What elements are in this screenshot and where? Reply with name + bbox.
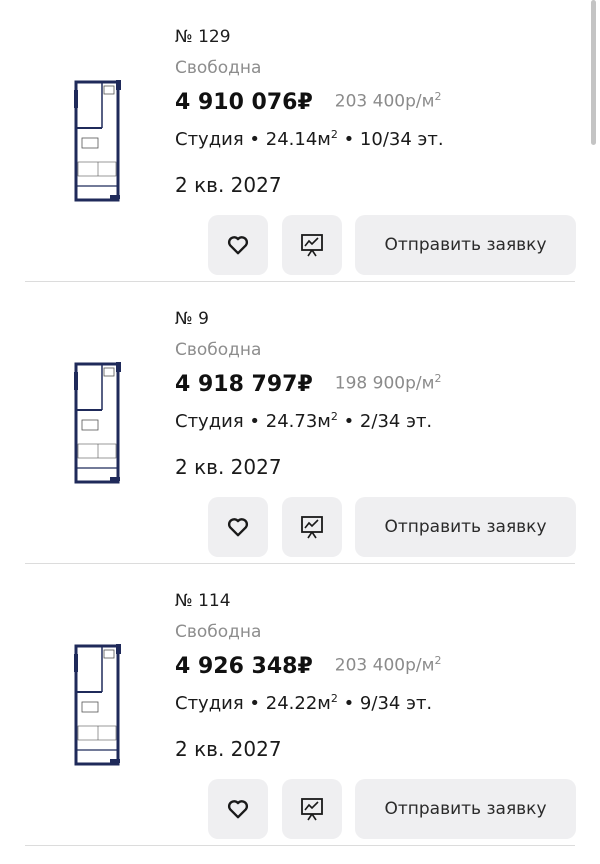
price: 4 926 348₽ bbox=[175, 654, 313, 679]
apartment-number: № 114 bbox=[175, 591, 231, 611]
send-request-button[interactable]: Отправить заявку bbox=[355, 215, 576, 275]
apartment-area: 24.73м bbox=[265, 411, 331, 432]
apartment-number: № 129 bbox=[175, 27, 231, 47]
card-divider bbox=[25, 845, 575, 846]
presentation-chart-icon bbox=[301, 798, 323, 821]
heart-icon bbox=[227, 518, 249, 537]
price-per-m2-value: 198 900р/м bbox=[334, 374, 435, 394]
apartment-type: Студия bbox=[175, 129, 244, 150]
delivery-date: 2 кв. 2027 bbox=[175, 455, 282, 479]
price-per-m2: 203 400р/м2 bbox=[335, 90, 442, 112]
floor-plan-image[interactable] bbox=[72, 78, 122, 204]
apartment-area: 24.14м bbox=[265, 129, 331, 150]
floor-plan-image[interactable] bbox=[72, 360, 122, 486]
area-exponent: 2 bbox=[330, 128, 338, 141]
apartment-floor: 10/34 эт. bbox=[359, 129, 444, 150]
apartment-number: № 9 bbox=[175, 309, 209, 329]
apartment-card[interactable]: № 129 Свободна 4 910 076₽ 203 400р/м2 Сту… bbox=[0, 0, 600, 282]
area-exponent: 2 bbox=[330, 410, 338, 423]
listing-page: № 129 Свободна 4 910 076₽ 203 400р/м2 Сту… bbox=[0, 0, 600, 864]
price-per-m2: 203 400р/м2 bbox=[335, 654, 442, 676]
presentation-chart-icon bbox=[301, 234, 323, 257]
price-per-m2-exponent: 2 bbox=[434, 372, 442, 386]
price-per-m2-value: 203 400р/м bbox=[334, 656, 435, 676]
apartment-specs: Студия • 24.14м2 • 10/34 эт. bbox=[175, 128, 444, 150]
favorite-button[interactable] bbox=[208, 497, 268, 557]
price-per-m2-value: 203 400р/м bbox=[334, 92, 435, 112]
apartment-floor: 2/34 эт. bbox=[359, 411, 433, 432]
price-row: 4 918 797₽ 198 900р/м2 bbox=[175, 372, 441, 404]
separator: • bbox=[243, 693, 266, 714]
presentation-button[interactable] bbox=[282, 497, 342, 557]
presentation-button[interactable] bbox=[282, 215, 342, 275]
apartment-area: 24.22м bbox=[265, 693, 331, 714]
availability-status: Свободна bbox=[175, 58, 262, 78]
separator: • bbox=[337, 411, 360, 432]
separator: • bbox=[337, 693, 360, 714]
heart-icon bbox=[227, 236, 249, 255]
price: 4 918 797₽ bbox=[175, 372, 313, 397]
price-per-m2-exponent: 2 bbox=[434, 654, 442, 668]
price: 4 910 076₽ bbox=[175, 90, 313, 115]
area-exponent: 2 bbox=[330, 692, 338, 705]
favorite-button[interactable] bbox=[208, 779, 268, 839]
delivery-date: 2 кв. 2027 bbox=[175, 173, 282, 197]
apartment-type: Студия bbox=[175, 411, 244, 432]
send-request-button[interactable]: Отправить заявку bbox=[355, 779, 576, 839]
availability-status: Свободна bbox=[175, 340, 262, 360]
send-request-button[interactable]: Отправить заявку bbox=[355, 497, 576, 557]
price-row: 4 910 076₽ 203 400р/м2 bbox=[175, 90, 441, 122]
favorite-button[interactable] bbox=[208, 215, 268, 275]
separator: • bbox=[337, 129, 360, 150]
apartment-specs: Студия • 24.73м2 • 2/34 эт. bbox=[175, 410, 432, 432]
price-per-m2-exponent: 2 bbox=[434, 90, 442, 104]
availability-status: Свободна bbox=[175, 622, 262, 642]
heart-icon bbox=[227, 800, 249, 819]
apartment-type: Студия bbox=[175, 693, 244, 714]
price-per-m2: 198 900р/м2 bbox=[335, 372, 442, 394]
delivery-date: 2 кв. 2027 bbox=[175, 737, 282, 761]
apartment-specs: Студия • 24.22м2 • 9/34 эт. bbox=[175, 692, 432, 714]
separator: • bbox=[243, 129, 266, 150]
separator: • bbox=[243, 411, 266, 432]
apartment-card[interactable]: № 114 Свободна 4 926 348₽ 203 400р/м2 Сту… bbox=[0, 564, 600, 846]
presentation-button[interactable] bbox=[282, 779, 342, 839]
presentation-chart-icon bbox=[301, 516, 323, 539]
floor-plan-image[interactable] bbox=[72, 642, 122, 768]
apartment-floor: 9/34 эт. bbox=[359, 693, 433, 714]
apartment-card[interactable]: № 9 Свободна 4 918 797₽ 198 900р/м2 Студи… bbox=[0, 282, 600, 564]
price-row: 4 926 348₽ 203 400р/м2 bbox=[175, 654, 441, 686]
